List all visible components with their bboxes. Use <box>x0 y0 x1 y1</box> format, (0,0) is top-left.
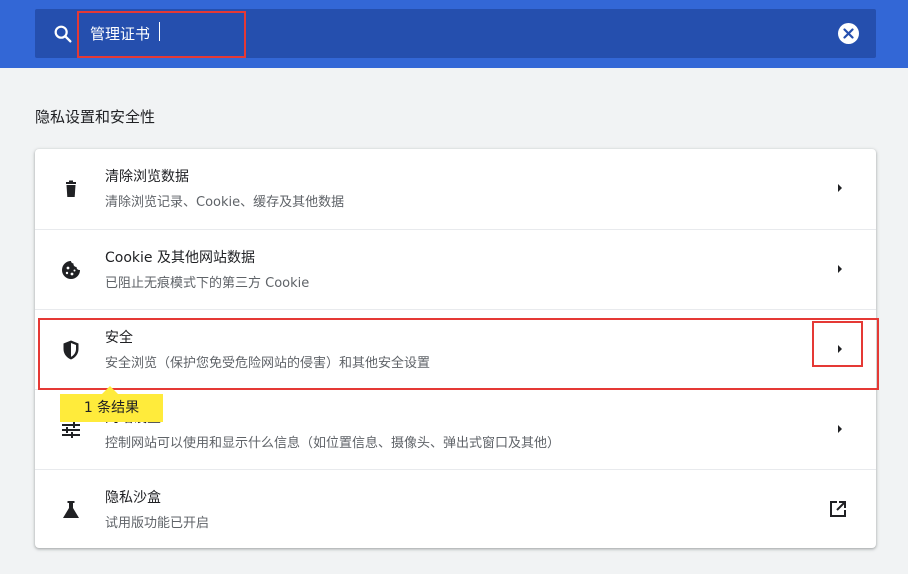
arrow-right-icon <box>838 265 842 273</box>
clear-search-button[interactable] <box>838 23 859 44</box>
flask-icon <box>63 501 79 518</box>
row-title: 隐私沙盒 <box>105 490 161 506</box>
search-icon[interactable] <box>52 23 74 45</box>
row-subtitle: 清除浏览记录、Cookie、缓存及其他数据 <box>105 195 345 210</box>
arrow-right-icon <box>838 425 842 433</box>
security-arrow-highlight-box <box>812 321 863 367</box>
open-external-icon[interactable] <box>828 499 848 519</box>
search-result-bubble: 1 条结果 <box>60 394 163 422</box>
cookie-icon <box>62 261 80 279</box>
row-subtitle: 试用版功能已开启 <box>105 516 210 531</box>
security-row-highlight-box <box>38 318 879 390</box>
row-title: Cookie 及其他网站数据 <box>105 250 255 266</box>
row-subtitle: 控制网站可以使用和显示什么信息（如位置信息、摄像头、弹出式窗口及其他） <box>105 436 561 451</box>
row-title: 清除浏览数据 <box>105 169 189 185</box>
close-icon <box>843 28 854 39</box>
section-title: 隐私设置和安全性 <box>35 108 156 126</box>
row-cookies[interactable]: Cookie 及其他网站数据 已阻止无痕模式下的第三方 Cookie <box>35 229 876 309</box>
row-subtitle: 已阻止无痕模式下的第三方 Cookie <box>105 276 310 291</box>
search-highlight-box <box>77 11 246 58</box>
trash-icon <box>66 180 76 197</box>
arrow-right-icon <box>838 184 842 192</box>
row-privacy-sandbox[interactable]: 隐私沙盒 试用版功能已开启 <box>35 469 876 548</box>
row-clear-browsing-data[interactable]: 清除浏览数据 清除浏览记录、Cookie、缓存及其他数据 <box>35 149 876 229</box>
